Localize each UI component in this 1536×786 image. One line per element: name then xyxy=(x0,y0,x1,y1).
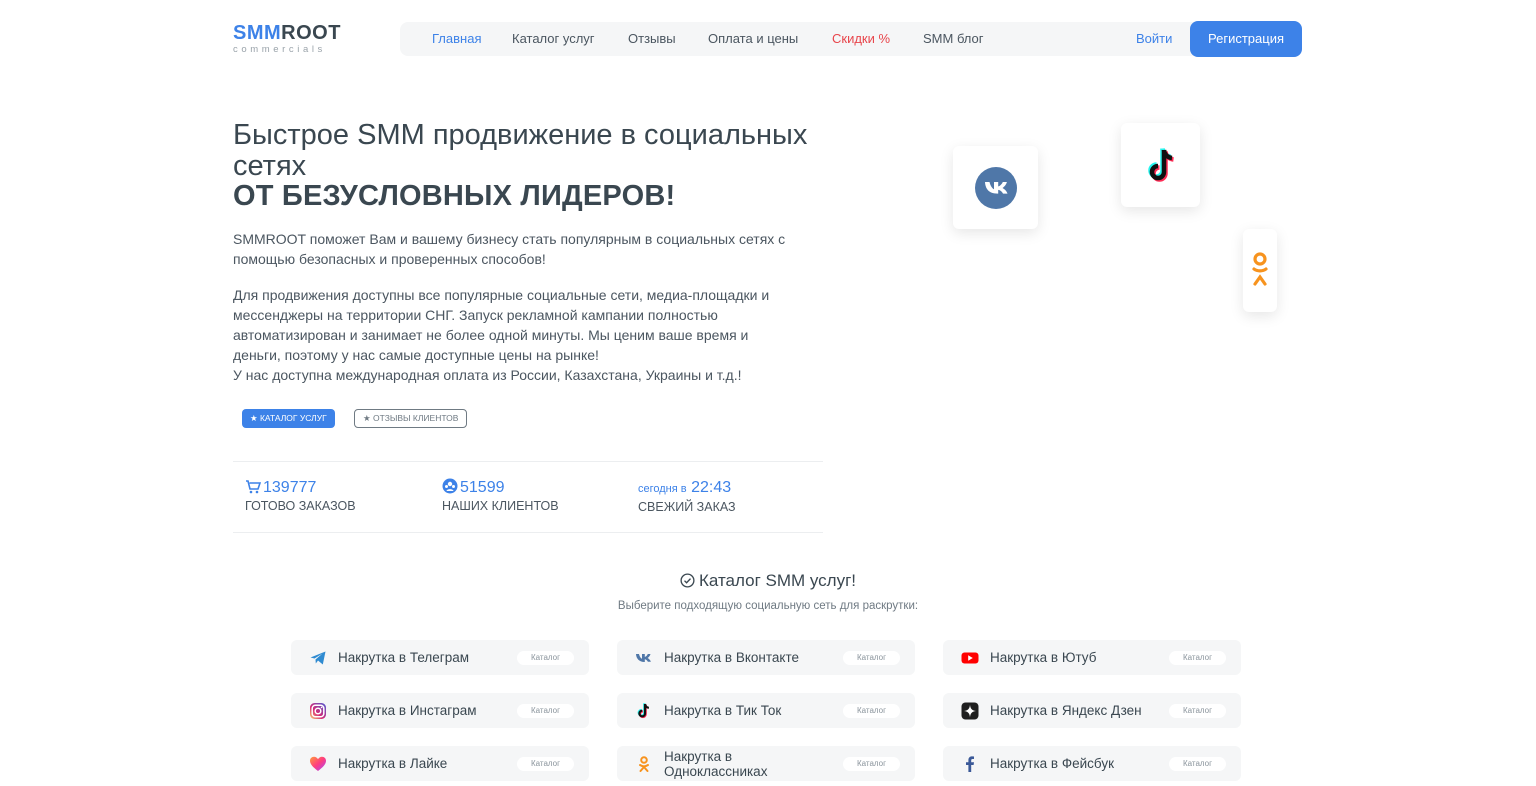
service-label: Накрутка в Фейсбук xyxy=(990,756,1114,771)
hero-title: Быстрое SMM продвижение в социальных сет… xyxy=(233,119,808,182)
youtube-icon xyxy=(961,652,979,664)
hero-description: Для продвижения доступны все популярные … xyxy=(233,287,770,383)
service-label: Накрутка в Одноклассниках xyxy=(664,748,768,779)
stat-last-order: сегодня в 22:43 СВЕЖИЙ ЗАКАЗ xyxy=(638,478,736,514)
instagram-icon xyxy=(310,703,326,719)
service-tiktok[interactable]: Накрутка в Тик Ток Каталог xyxy=(617,693,915,728)
users-icon xyxy=(442,478,458,494)
service-likee[interactable]: Накрутка в Лайке Каталог xyxy=(291,746,589,781)
register-button[interactable]: Регистрация xyxy=(1190,21,1302,57)
odnoklassniki-icon xyxy=(1252,252,1268,286)
catalog-badge[interactable]: Каталог xyxy=(1169,704,1226,718)
service-facebook[interactable]: Накрутка в Фейсбук Каталог xyxy=(943,746,1241,781)
vk-icon xyxy=(636,654,651,662)
service-label: Накрутка в Ютуб xyxy=(990,650,1097,665)
clients-label: НАШИХ КЛИЕНТОВ xyxy=(442,499,559,513)
hero-intro: SMMROOT поможет Вам и вашему бизнесу ста… xyxy=(233,231,786,267)
nav-blog[interactable]: SMM блог xyxy=(923,22,984,56)
service-instagram[interactable]: Накрутка в Инстаграм Каталог xyxy=(291,693,589,728)
catalog-badge[interactable]: Каталог xyxy=(517,704,574,718)
top-navigation: Главная Каталог услуг Отзывы Оплата и це… xyxy=(400,21,1302,57)
nav-catalog[interactable]: Каталог услуг xyxy=(512,22,595,56)
service-label: Накрутка в Инстаграм xyxy=(338,703,477,718)
service-label: Накрутка в Телеграм xyxy=(338,650,469,665)
tiktok-icon xyxy=(1148,148,1174,182)
clients-count: 51599 xyxy=(460,479,505,496)
catalog-badge[interactable]: Каталог xyxy=(843,704,900,718)
stats-bar: 139777 ГОТОВО ЗАКАЗОВ 51599 НАШИХ КЛИЕНТ… xyxy=(233,461,823,533)
service-telegram[interactable]: Накрутка в Телеграм Каталог xyxy=(291,640,589,675)
floating-card-odnoklassniki xyxy=(1243,229,1277,312)
logo-wordmark: SMMROOT xyxy=(233,22,341,44)
service-yandex-zen[interactable]: Накрутка в Яндекс Дзен Каталог xyxy=(943,693,1241,728)
logo-tagline: commercials xyxy=(233,44,326,55)
service-label: Накрутка в Яндекс Дзен xyxy=(990,703,1142,718)
reviews-button[interactable]: ★ ОТЗЫВЫ КЛИЕНТОВ xyxy=(354,409,468,428)
likee-icon xyxy=(310,756,326,771)
service-youtube[interactable]: Накрутка в Ютуб Каталог xyxy=(943,640,1241,675)
vk-icon xyxy=(975,167,1017,209)
floating-card-tiktok xyxy=(1121,123,1200,207)
cart-icon xyxy=(246,480,261,494)
check-circle-icon xyxy=(680,573,695,588)
last-order-label: СВЕЖИЙ ЗАКАЗ xyxy=(638,500,736,514)
nav-payment[interactable]: Оплата и цены xyxy=(708,22,798,56)
catalog-title: Каталог SMM услуг! xyxy=(0,571,1536,591)
service-label: Накрутка в Лайке xyxy=(338,756,448,771)
catalog-subtitle: Выберите подходящую социальную сеть для … xyxy=(617,600,919,612)
last-order-prefix: сегодня в xyxy=(638,483,687,495)
orders-label: ГОТОВО ЗАКАЗОВ xyxy=(245,499,356,513)
facebook-icon xyxy=(966,756,974,772)
catalog-button[interactable]: ★ КАТАЛОГ УСЛУГ xyxy=(242,409,335,428)
stat-clients: 51599 НАШИХ КЛИЕНТОВ xyxy=(442,478,559,513)
stat-orders: 139777 ГОТОВО ЗАКАЗОВ xyxy=(245,478,356,513)
catalog-badge[interactable]: Каталог xyxy=(843,651,900,665)
floating-card-vk xyxy=(953,146,1038,229)
catalog-badge[interactable]: Каталог xyxy=(1169,757,1226,771)
nav-home[interactable]: Главная xyxy=(432,22,481,56)
catalog-badge[interactable]: Каталог xyxy=(1169,651,1226,665)
catalog-badge[interactable]: Каталог xyxy=(517,757,574,771)
tiktok-icon xyxy=(637,703,650,719)
hero-title-strong: ОТ БЕЗУСЛОВНЫХ ЛИДЕРОВ! xyxy=(233,180,676,212)
yandex-zen-icon xyxy=(961,702,979,720)
service-label: Накрутка в Тик Ток xyxy=(664,703,782,718)
service-label: Накрутка в Вконтакте xyxy=(664,650,799,665)
login-link[interactable]: Войти xyxy=(1136,22,1172,56)
last-order-time: 22:43 xyxy=(691,479,732,496)
logo[interactable]: SMMROOT commercials xyxy=(233,22,353,55)
telegram-icon xyxy=(310,651,326,665)
service-vk[interactable]: Накрутка в Вконтакте Каталог xyxy=(617,640,915,675)
service-odnoklassniki[interactable]: Накрутка в Одноклассниках Каталог xyxy=(617,746,915,781)
catalog-badge[interactable]: Каталог xyxy=(517,651,574,665)
catalog-badge[interactable]: Каталог xyxy=(843,757,900,771)
orders-count: 139777 xyxy=(263,479,317,496)
nav-reviews[interactable]: Отзывы xyxy=(628,22,676,56)
nav-discounts[interactable]: Скидки % xyxy=(832,22,890,56)
odnoklassniki-icon xyxy=(639,756,649,772)
